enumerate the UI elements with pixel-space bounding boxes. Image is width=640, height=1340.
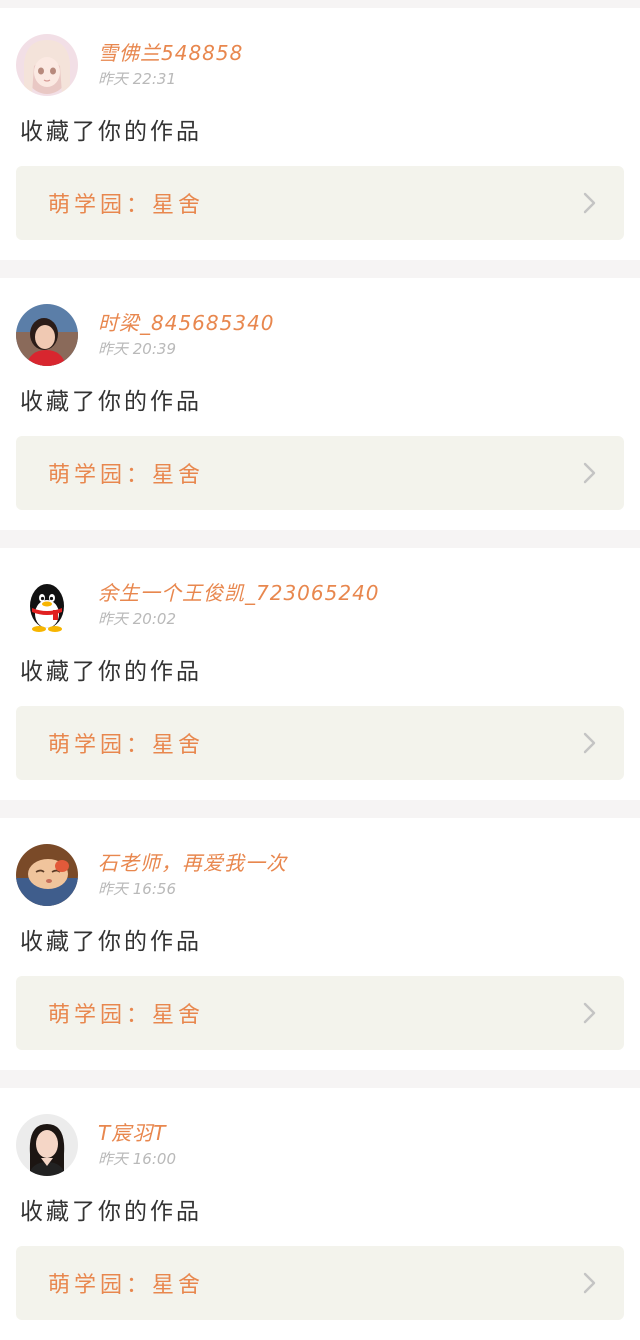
username[interactable]: 时梁_845685340 [98, 310, 275, 336]
girl-photo-avatar-icon[interactable] [16, 304, 78, 366]
card-header: 时梁_845685340 昨天 20:39 [16, 278, 624, 366]
notification-card: T宸羽T 昨天 16:00 收藏了你的作品 萌学园：星舍 [0, 1088, 640, 1340]
chevron-right-icon [583, 462, 596, 484]
username[interactable]: 石老师，再爱我一次 [98, 850, 287, 876]
anime-girl-avatar-icon[interactable] [16, 34, 78, 96]
chevron-right-icon [583, 1272, 596, 1294]
chevron-right-icon [583, 732, 596, 754]
work-title: 萌学园：星舍 [48, 193, 205, 218]
notification-card: 雪佛兰548858 昨天 22:31 收藏了你的作品 萌学园：星舍 [0, 8, 640, 260]
qq-penguin-avatar-icon[interactable] [16, 574, 78, 636]
work-title: 萌学园：星舍 [48, 733, 205, 758]
action-text: 收藏了你的作品 [20, 119, 202, 145]
timestamp: 昨天 20:39 [98, 340, 176, 358]
notification-feed: 雪佛兰548858 昨天 22:31 收藏了你的作品 萌学园：星舍 时梁_845… [0, 8, 640, 1340]
action-text: 收藏了你的作品 [20, 389, 202, 415]
work-link[interactable]: 萌学园：星舍 [16, 976, 624, 1050]
work-title: 萌学园：星舍 [48, 1003, 205, 1028]
action-text: 收藏了你的作品 [20, 1199, 202, 1225]
chevron-right-icon [583, 192, 596, 214]
timestamp: 昨天 20:02 [98, 610, 176, 628]
chevron-right-icon [583, 1002, 596, 1024]
work-link[interactable]: 萌学园：星舍 [16, 1246, 624, 1320]
card-header: 余生一个王俊凯_723065240 昨天 20:02 [16, 548, 624, 636]
username[interactable]: 余生一个王俊凯_723065240 [98, 580, 380, 606]
woman-portrait-avatar-icon[interactable] [16, 1114, 78, 1176]
action-text: 收藏了你的作品 [20, 929, 202, 955]
work-title: 萌学园：星舍 [48, 463, 205, 488]
timestamp: 昨天 22:31 [98, 70, 176, 88]
notification-card: 石老师，再爱我一次 昨天 16:56 收藏了你的作品 萌学园：星舍 [0, 818, 640, 1070]
notification-card: 时梁_845685340 昨天 20:39 收藏了你的作品 萌学园：星舍 [0, 278, 640, 530]
timestamp: 昨天 16:00 [98, 1150, 176, 1168]
username[interactable]: T宸羽T [98, 1120, 176, 1146]
work-link[interactable]: 萌学园：星舍 [16, 166, 624, 240]
work-title: 萌学园：星舍 [48, 1273, 205, 1298]
timestamp: 昨天 16:56 [98, 880, 176, 898]
username[interactable]: 雪佛兰548858 [98, 40, 243, 66]
sleeping-face-avatar-icon[interactable] [16, 844, 78, 906]
card-header: 石老师，再爱我一次 昨天 16:56 [16, 818, 624, 906]
work-link[interactable]: 萌学园：星舍 [16, 706, 624, 780]
card-header: 雪佛兰548858 昨天 22:31 [16, 8, 624, 96]
work-link[interactable]: 萌学园：星舍 [16, 436, 624, 510]
card-header: T宸羽T 昨天 16:00 [16, 1088, 624, 1176]
action-text: 收藏了你的作品 [20, 659, 202, 685]
notification-card: 余生一个王俊凯_723065240 昨天 20:02 收藏了你的作品 萌学园：星… [0, 548, 640, 800]
